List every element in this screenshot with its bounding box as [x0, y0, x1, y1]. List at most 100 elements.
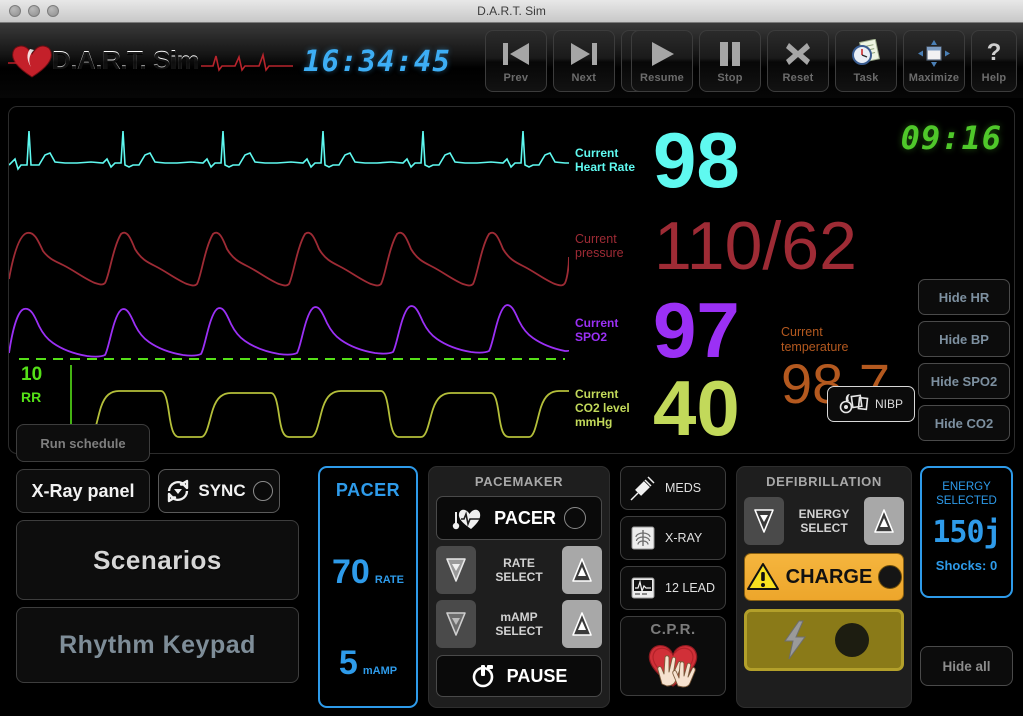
- patient-monitor: 10 RR 09:16 Current Heart Rate 98 Curren…: [8, 106, 1015, 454]
- ecg-monitor-icon: [629, 574, 657, 602]
- meds-label: MEDS: [665, 481, 701, 495]
- energy-select-row: ENERGY SELECT: [744, 497, 904, 545]
- pacer-mamp-row: 5 mAMP: [320, 644, 416, 683]
- defibrillation-panel: DEFIBRILLATION ENERGY SELECT: [736, 466, 912, 708]
- defibrillation-title: DEFIBRILLATION: [737, 474, 911, 489]
- energy-increase-button[interactable]: [864, 497, 904, 545]
- energy-select-line2: SELECT: [799, 521, 850, 535]
- brand-ecg-icon: [201, 48, 293, 74]
- reset-label: Reset: [783, 72, 814, 84]
- spo2-label: Current SPO2: [575, 317, 645, 345]
- blood-pressure-readout: Current pressure 110/62: [575, 215, 857, 278]
- spo2-label-line2: SPO2: [575, 331, 645, 345]
- sync-indicator-led: [253, 481, 273, 501]
- rhythm-keypad-button[interactable]: Rhythm Keypad: [16, 607, 299, 683]
- pause-label: PAUSE: [507, 666, 568, 687]
- bp-label-line2: pressure: [575, 246, 645, 260]
- spo2-label-line1: Current: [575, 317, 645, 331]
- meds-button[interactable]: MEDS: [620, 466, 726, 510]
- arrow-down-icon: [445, 556, 467, 584]
- brand-logo: D.A.R.T. Sim: [8, 41, 293, 81]
- ribcage-xray-icon: [629, 524, 657, 552]
- pacemaker-panel: PACEMAKER PACER RATE SELECT: [428, 466, 610, 708]
- xray-sync-row: X-Ray panel SYNC: [16, 469, 304, 513]
- temp-label-line1: Current: [781, 325, 890, 340]
- hide-bp-button[interactable]: Hide BP: [918, 321, 1010, 357]
- elapsed-timer: 09:16: [901, 119, 1002, 157]
- maximize-icon: [918, 37, 950, 71]
- next-label: Next: [572, 72, 597, 84]
- stop-button[interactable]: Stop: [699, 30, 761, 92]
- app-toolbar: D.A.R.T. Sim 16:34:45 Prev Next Manual: [0, 23, 1023, 99]
- svg-text:?: ?: [987, 39, 1002, 66]
- charge-label: CHARGE: [786, 566, 873, 589]
- rate-decrease-button[interactable]: [436, 546, 476, 594]
- rr-label: RR: [21, 389, 42, 405]
- energy-select-line1: ENERGY: [799, 507, 850, 521]
- charge-indicator-led: [878, 565, 902, 589]
- maximize-button[interactable]: Maximize: [903, 30, 965, 92]
- hide-all-button[interactable]: Hide all: [920, 646, 1013, 686]
- nibp-button[interactable]: NIBP: [827, 386, 915, 422]
- hr-label-line1: Current: [575, 147, 645, 161]
- rate-select-line1: RATE: [495, 556, 542, 570]
- xray-panel-button[interactable]: X-Ray panel: [16, 469, 150, 513]
- window-title-bar: D.A.R.T. Sim: [0, 0, 1023, 23]
- scenarios-button[interactable]: Scenarios: [16, 520, 299, 600]
- sync-button[interactable]: SYNC: [158, 469, 280, 513]
- next-button[interactable]: Next: [553, 30, 615, 92]
- mamp-select-row: mAMP SELECT: [436, 600, 602, 648]
- charge-button[interactable]: CHARGE: [744, 553, 904, 601]
- hide-hr-button[interactable]: Hide HR: [918, 279, 1010, 315]
- mamp-select-line1: mAMP: [495, 610, 542, 624]
- play-icon: [647, 37, 677, 71]
- pacer-toggle-button[interactable]: PACER: [436, 496, 602, 540]
- hide-vitals-group: Hide HR Hide BP Hide SPO2 Hide CO2: [918, 279, 1010, 441]
- power-pause-icon: [471, 663, 497, 689]
- prev-label: Prev: [504, 72, 529, 84]
- shock-indicator-led: [835, 623, 869, 657]
- task-button[interactable]: Task: [835, 30, 897, 92]
- heart-hands-icon: [642, 638, 704, 690]
- system-clock: 16:34:45: [303, 44, 451, 78]
- arrow-up-icon: [571, 556, 593, 584]
- rate-select-line2: SELECT: [495, 570, 542, 584]
- cpr-button[interactable]: C.P.R.: [620, 616, 726, 696]
- pacer-toggle-label: PACER: [494, 508, 556, 529]
- run-schedule-button[interactable]: Run schedule: [16, 424, 150, 462]
- xray-button[interactable]: X-RAY: [620, 516, 726, 560]
- bp-label-line1: Current: [575, 232, 645, 246]
- pacer-indicator-led: [564, 507, 586, 529]
- energy-selected-label: ENERGY SELECTED: [922, 480, 1011, 509]
- pacer-rate-unit: RATE: [375, 574, 404, 586]
- arrow-up-icon: [571, 610, 593, 638]
- pacer-readout[interactable]: PACER 70 RATE 5 mAMP: [318, 466, 418, 708]
- pacer-mamp-unit: mAMP: [363, 665, 397, 677]
- rate-increase-button[interactable]: [562, 546, 602, 594]
- rate-select-label: RATE SELECT: [495, 556, 542, 585]
- maximize-label: Maximize: [909, 72, 960, 84]
- hide-spo2-button[interactable]: Hide SPO2: [918, 363, 1010, 399]
- mamp-increase-button[interactable]: [562, 600, 602, 648]
- pacemaker-title: PACEMAKER: [429, 474, 609, 489]
- xray-label: X-RAY: [665, 531, 702, 545]
- heart-rate-readout: Current Heart Rate 98: [575, 125, 740, 197]
- skip-next-icon: [568, 37, 600, 71]
- pacer-rate-row: 70 RATE: [320, 553, 416, 592]
- reset-button[interactable]: Reset: [767, 30, 829, 92]
- pacemaker-pause-button[interactable]: PAUSE: [436, 655, 602, 697]
- prev-button[interactable]: Prev: [485, 30, 547, 92]
- waveform-display: [9, 107, 569, 454]
- bp-waveform: [9, 233, 569, 286]
- energy-selected-line2: SELECTED: [922, 494, 1011, 508]
- spo2-waveform: [9, 305, 569, 357]
- twelve-lead-button[interactable]: 12 LEAD: [620, 566, 726, 610]
- mamp-decrease-button[interactable]: [436, 600, 476, 648]
- shock-button[interactable]: [744, 609, 904, 671]
- help-button[interactable]: ? Help: [971, 30, 1017, 92]
- resume-button[interactable]: Resume: [631, 30, 693, 92]
- arrow-up-icon: [873, 507, 895, 535]
- energy-decrease-button[interactable]: [744, 497, 784, 545]
- temperature-label: Current temperature: [781, 325, 890, 355]
- mamp-select-line2: SELECT: [495, 624, 542, 638]
